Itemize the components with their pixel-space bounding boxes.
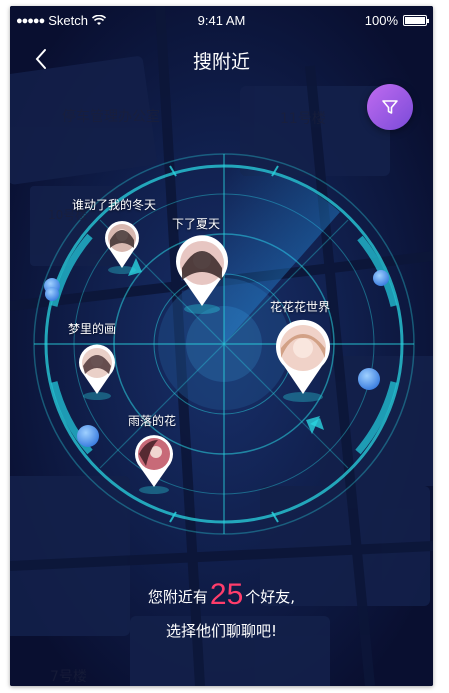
user-name: 下了夏天	[172, 217, 221, 231]
avatar-pin	[135, 435, 173, 494]
avatar-pin	[105, 220, 139, 274]
nearby-user[interactable]: 雨落的花	[128, 414, 176, 494]
avatar-pin	[176, 235, 228, 314]
user-name: 雨落的花	[128, 414, 177, 428]
user-name: 谁动了我的冬天	[72, 198, 157, 212]
avatar-pin	[276, 319, 330, 402]
filter-icon	[382, 100, 398, 114]
battery-percent: 100%	[364, 13, 398, 28]
avatar-pin	[79, 344, 115, 400]
user-name: 花花花世界	[270, 300, 331, 314]
filter-button[interactable]	[367, 84, 413, 130]
nearby-user[interactable]: 梦里的画	[68, 322, 118, 400]
summary-prefix: 您附近有	[147, 588, 208, 606]
map-label: 7号楼	[50, 669, 87, 685]
map-label: 停车管理办公室	[62, 109, 160, 125]
map-label: 11号楼	[280, 111, 326, 127]
summary-cta: 选择他们聊聊吧!	[165, 622, 277, 640]
user-name: 梦里的画	[68, 322, 117, 336]
nearby-user[interactable]: 下了夏天	[172, 217, 232, 314]
friend-count: 25	[209, 578, 244, 611]
battery-icon	[403, 15, 429, 26]
status-bar: ●●●●● Sketch 9:41 AM 100%	[10, 6, 433, 36]
nearby-summary: 您附近有25 个好友, 选择他们聊聊吧!	[10, 578, 433, 641]
phone-screen: 停车管理办公室 11号楼 10号楼 7号楼 ●●●●● Sketch 9:41 …	[10, 6, 433, 686]
summary-suffix: 个好友,	[245, 588, 296, 606]
nav-bar: 搜附近	[10, 38, 433, 82]
nearby-user[interactable]: 谁动了我的冬天	[72, 198, 156, 274]
nearby-user[interactable]: 花花花世界	[270, 300, 334, 402]
page-title: 搜附近	[192, 51, 250, 73]
